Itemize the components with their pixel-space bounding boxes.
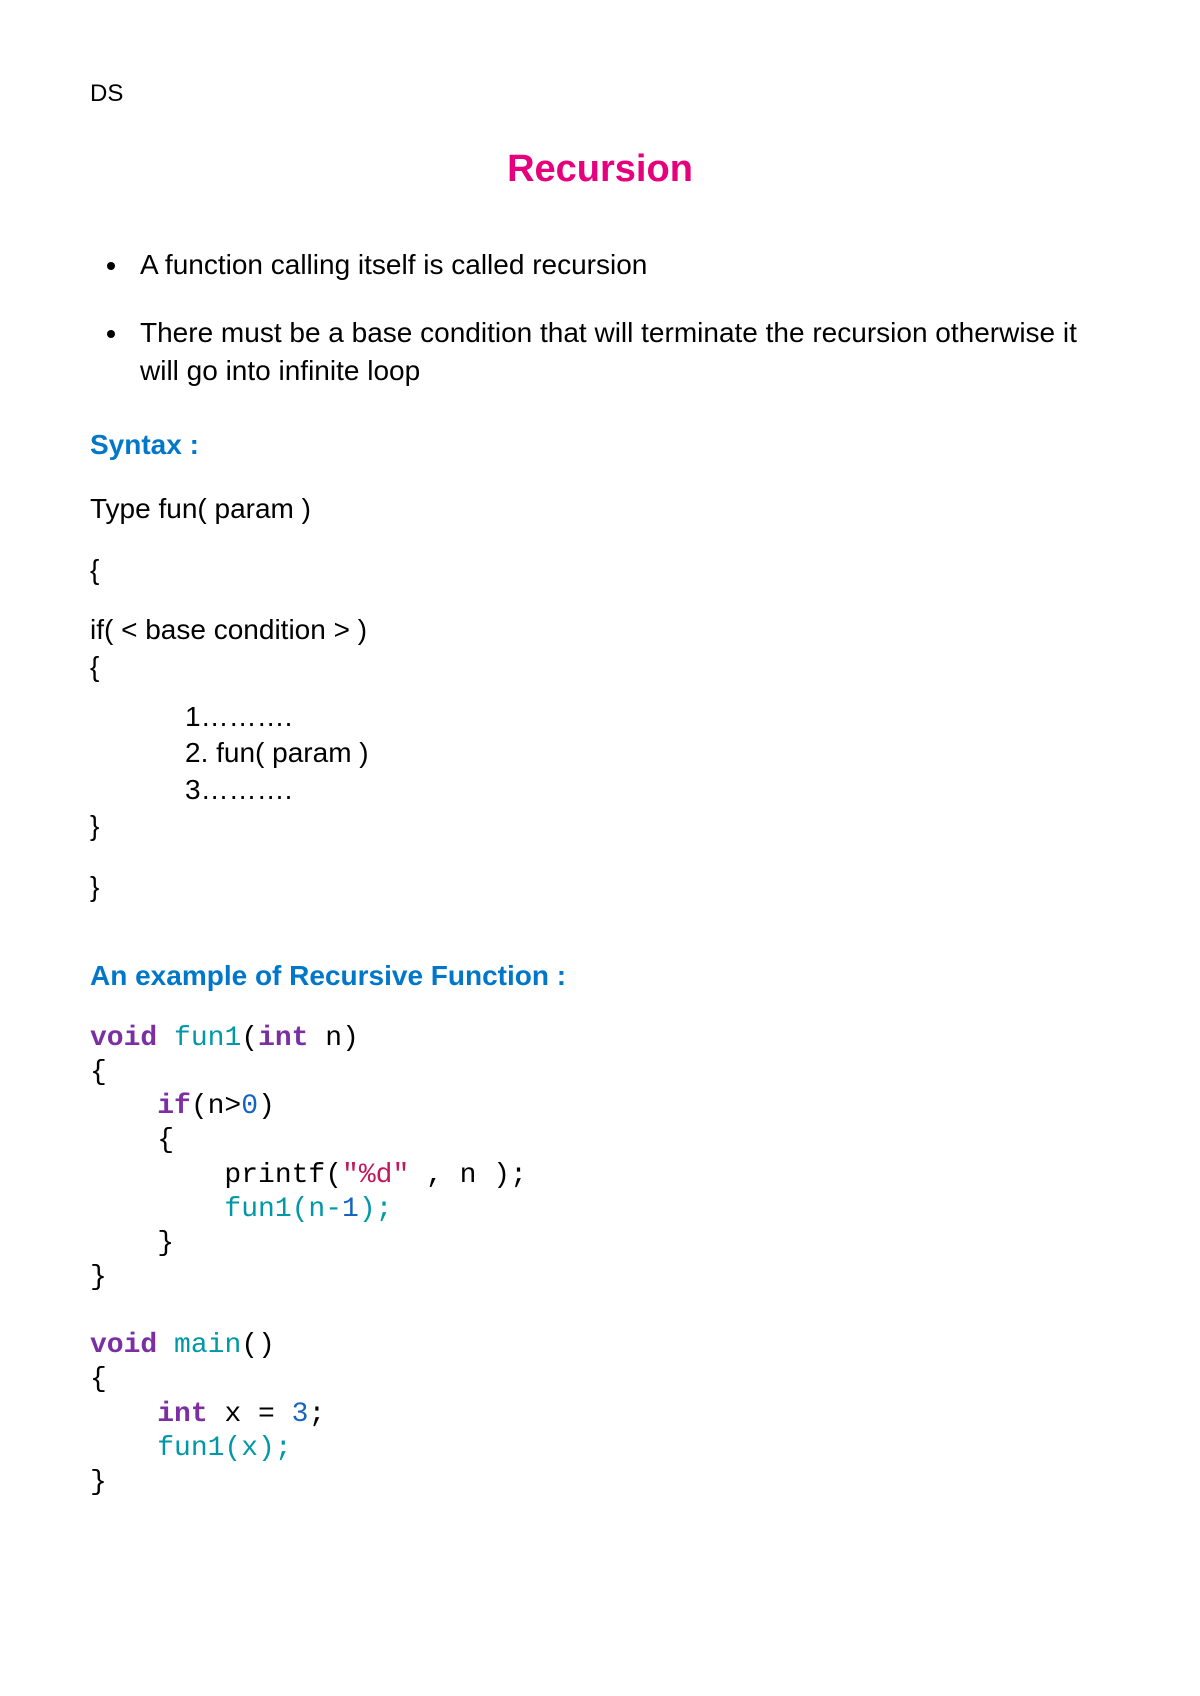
syntax-line: if( < base condition > ) (90, 612, 1110, 648)
syntax-line: 3………. (90, 772, 1110, 808)
syntax-heading: Syntax : (90, 429, 1110, 461)
code-token: } (90, 1467, 107, 1498)
code-token-function: fun1(x); (157, 1433, 291, 1464)
code-token: } (90, 1262, 107, 1293)
code-token-keyword: int (258, 1023, 308, 1054)
code-token: ) (258, 1091, 275, 1122)
code-token-keyword: int (157, 1399, 207, 1430)
code-token-function: main (174, 1330, 241, 1361)
syntax-line: } (90, 808, 1110, 844)
list-item: A function calling itself is called recu… (130, 246, 1110, 284)
syntax-line: } (90, 869, 1110, 905)
code-token-number: 0 (241, 1091, 258, 1122)
syntax-line: { (90, 649, 1110, 685)
syntax-line: 2. fun( param ) (90, 735, 1110, 771)
code-token: ) (342, 1023, 359, 1054)
bullet-list: A function calling itself is called recu… (90, 246, 1110, 389)
page-header-label: DS (90, 80, 1110, 108)
syntax-line: 1………. (90, 699, 1110, 735)
code-token: { (90, 1364, 107, 1395)
code-token: x = (208, 1399, 292, 1430)
code-token: n (325, 1023, 342, 1054)
code-token: ; (308, 1399, 325, 1430)
code-token: { (90, 1057, 107, 1088)
example-heading: An example of Recursive Function : (90, 960, 1110, 992)
code-token-function: fun1 (174, 1023, 241, 1054)
code-token: ) (258, 1330, 275, 1361)
syntax-line: Type fun( param ) (90, 491, 1110, 527)
code-token: { (157, 1125, 174, 1156)
code-token-number: 3 (292, 1399, 309, 1430)
code-token: printf( (224, 1160, 342, 1191)
code-token-keyword: if (157, 1091, 191, 1122)
code-token-string: "%d" (342, 1160, 409, 1191)
code-token-number: 1 (342, 1194, 359, 1225)
code-token-keyword: void (90, 1023, 157, 1054)
syntax-line: { (90, 552, 1110, 588)
code-token: , n ); (409, 1160, 527, 1191)
list-item: There must be a base condition that will… (130, 314, 1110, 390)
syntax-block: Type fun( param ) { if( < base condition… (90, 491, 1110, 905)
syntax-line (90, 685, 1110, 699)
code-token: (n> (191, 1091, 241, 1122)
code-token: ( (241, 1023, 258, 1054)
code-token: ( (241, 1330, 258, 1361)
code-token-function: fun1(n- (224, 1194, 342, 1225)
code-token-keyword: void (90, 1330, 157, 1361)
code-token-function: ); (359, 1194, 393, 1225)
page-title: Recursion (90, 148, 1110, 191)
code-token: } (157, 1228, 174, 1259)
code-block: void fun1(int n) { if(n>0) { printf("%d"… (90, 1022, 1110, 1500)
